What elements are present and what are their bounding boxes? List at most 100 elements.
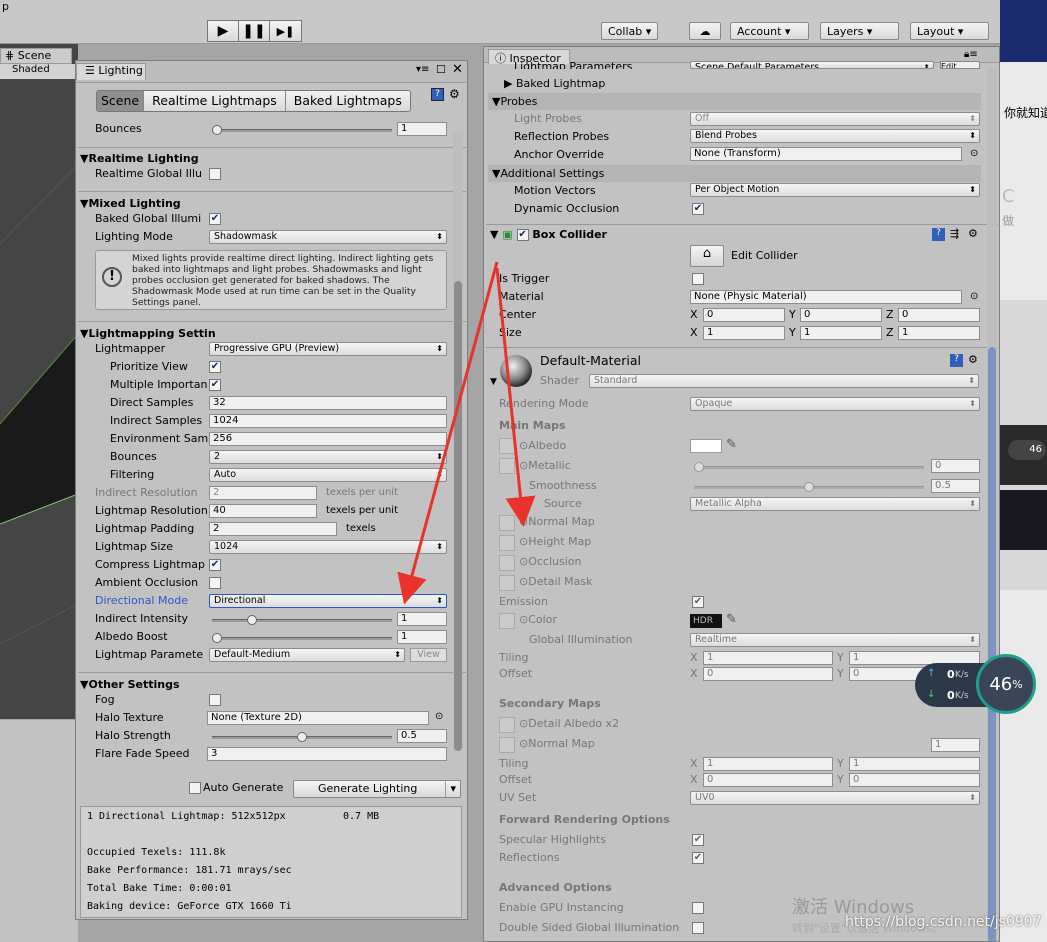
realtime-lighting-header[interactable]: ▼Realtime Lighting bbox=[80, 152, 199, 166]
gear-icon[interactable]: ⚙ bbox=[449, 87, 460, 101]
baked-lightmap-foldout[interactable]: ▶ Baked Lightmap bbox=[504, 76, 605, 92]
anchor-field[interactable]: None (Transform) bbox=[690, 147, 962, 161]
uv-dropdown[interactable]: UV0 bbox=[690, 791, 980, 805]
shaded-dropdown[interactable]: Shaded bbox=[0, 64, 78, 79]
texture-slot[interactable] bbox=[499, 717, 515, 733]
lm-res-field[interactable]: 40 bbox=[209, 504, 317, 518]
tiling2-x-field[interactable]: 1 bbox=[703, 757, 833, 771]
texture-slot[interactable] bbox=[499, 535, 515, 551]
indirect-samples-field[interactable]: 1024 bbox=[209, 414, 447, 428]
realtime-gi-checkbox[interactable] bbox=[209, 168, 221, 180]
texture-slot[interactable] bbox=[499, 515, 515, 531]
normal2-field[interactable]: 1 bbox=[931, 738, 980, 752]
texture-slot[interactable] bbox=[499, 438, 515, 454]
slider-knob[interactable] bbox=[212, 633, 222, 643]
lighting-scrollbar-thumb[interactable] bbox=[454, 281, 462, 751]
slider-knob[interactable] bbox=[694, 462, 704, 472]
metallic-field[interactable]: 0 bbox=[931, 459, 980, 473]
emission-checkbox[interactable]: ✔ bbox=[692, 596, 704, 608]
lm-params-dropdown[interactable]: Scene Default Parameters bbox=[690, 61, 934, 69]
shader-dropdown[interactable]: Standard bbox=[589, 374, 979, 388]
slider-knob[interactable] bbox=[247, 615, 257, 625]
tiling-x-field[interactable]: 1 bbox=[703, 651, 833, 665]
slider-knob[interactable] bbox=[297, 732, 307, 742]
lightmapping-header[interactable]: ▼Lightmapping Settin bbox=[80, 327, 216, 341]
inspector-scrollbar-thumb[interactable] bbox=[988, 347, 996, 941]
slider-knob[interactable] bbox=[804, 482, 814, 492]
gear-icon[interactable]: ⚙ bbox=[968, 353, 978, 366]
tab-realtime-lightmaps[interactable]: Realtime Lightmaps bbox=[143, 91, 285, 111]
tab-lighting[interactable]: ☰ Lighting bbox=[76, 63, 146, 80]
specular-checkbox[interactable]: ✔ bbox=[692, 834, 704, 846]
texture-slot[interactable] bbox=[499, 613, 515, 629]
double-sided-checkbox[interactable] bbox=[692, 922, 704, 934]
texture-slot[interactable] bbox=[499, 458, 515, 474]
gear-icon[interactable]: ⚙ bbox=[968, 227, 978, 240]
step-button[interactable]: ▶❚ bbox=[269, 20, 302, 42]
mixed-lighting-header[interactable]: ▼Mixed Lighting bbox=[80, 197, 181, 211]
other-settings-header[interactable]: ▼Other Settings bbox=[80, 678, 180, 692]
reflection-probes-dropdown[interactable]: Blend Probes bbox=[690, 129, 980, 143]
cloud-icon[interactable]: ☁ bbox=[689, 22, 721, 40]
probes-foldout[interactable]: ▼Probes bbox=[492, 94, 537, 110]
play-button[interactable]: ▶ bbox=[207, 20, 239, 42]
tab-scene-lighting[interactable]: Scene bbox=[97, 91, 144, 111]
motion-dropdown[interactable]: Per Object Motion bbox=[690, 183, 980, 197]
ao-checkbox[interactable] bbox=[209, 577, 221, 589]
lock-icon[interactable]: 🔒︎≡ bbox=[964, 49, 978, 60]
additional-foldout[interactable]: ▼Additional Settings bbox=[492, 166, 604, 182]
baked-gi-checkbox[interactable]: ✔ bbox=[209, 213, 221, 225]
lm-size-dropdown[interactable]: 1024 bbox=[209, 540, 447, 554]
bounces-dropdown[interactable]: 2 bbox=[209, 450, 447, 464]
multiple-checkbox[interactable]: ✔ bbox=[209, 379, 221, 391]
prioritize-checkbox[interactable]: ✔ bbox=[209, 361, 221, 373]
box-collider-header[interactable]: ▼ ▣ ✔ Box Collider bbox=[490, 227, 607, 243]
reflections-checkbox[interactable]: ✔ bbox=[692, 852, 704, 864]
slider-knob[interactable] bbox=[212, 125, 222, 135]
layout-button[interactable]: Layout ▾ bbox=[910, 22, 989, 40]
account-button[interactable]: Account ▾ bbox=[730, 22, 809, 40]
lm-pad-field[interactable]: 2 bbox=[209, 522, 337, 536]
tab-baked-lightmaps[interactable]: Baked Lightmaps bbox=[284, 91, 410, 111]
direct-samples-field[interactable]: 32 bbox=[209, 396, 447, 410]
center-x-field[interactable]: 0 bbox=[703, 308, 785, 322]
edit-button[interactable]: Edit... bbox=[940, 61, 980, 69]
halo-str-field[interactable]: 0.5 bbox=[397, 729, 447, 743]
help-icon[interactable]: ? bbox=[932, 228, 945, 241]
object-picker-icon[interactable]: ⊙ bbox=[970, 148, 978, 159]
generate-lighting-button[interactable]: Generate Lighting ▾ bbox=[293, 780, 461, 798]
metallic-slider[interactable] bbox=[694, 462, 924, 472]
texture-slot[interactable] bbox=[499, 737, 515, 753]
render-mode-dropdown[interactable]: Opaque bbox=[690, 397, 980, 411]
center-y-field[interactable]: 0 bbox=[800, 308, 882, 322]
foldout-icon[interactable]: ▼ bbox=[490, 377, 497, 387]
halo-str-slider[interactable] bbox=[212, 732, 392, 742]
lightmapper-dropdown[interactable]: Progressive GPU (Preview) bbox=[209, 342, 447, 356]
tiling2-y-field[interactable]: 1 bbox=[849, 757, 980, 771]
texture-slot[interactable] bbox=[499, 575, 515, 591]
help-icon[interactable]: ? bbox=[431, 88, 444, 101]
lighting-mode-dropdown[interactable]: Shadowmask bbox=[209, 230, 447, 244]
collab-button[interactable]: Collab ▾ bbox=[601, 22, 659, 40]
pause-button[interactable]: ❚❚ bbox=[238, 20, 270, 42]
ind-int-field[interactable]: 1 bbox=[397, 612, 447, 626]
halo-tex-field[interactable]: None (Texture 2D) bbox=[207, 711, 429, 725]
lm-params-dropdown[interactable]: Default-Medium bbox=[209, 648, 405, 662]
scene-viewport[interactable] bbox=[0, 44, 78, 719]
ind-int-slider[interactable] bbox=[212, 615, 392, 625]
edit-collider-icon[interactable]: ⌂ bbox=[690, 245, 724, 267]
smoothness-slider[interactable] bbox=[694, 482, 924, 492]
dir-mode-dropdown[interactable]: Directional bbox=[209, 594, 447, 608]
eyedropper-icon[interactable]: ✎ bbox=[726, 437, 737, 452]
gpu-checkbox[interactable] bbox=[692, 902, 704, 914]
albedo-boost-slider[interactable] bbox=[212, 633, 392, 643]
probes-header[interactable] bbox=[488, 93, 981, 110]
dyn-occ-checkbox[interactable]: ✔ bbox=[692, 203, 704, 215]
help-icon[interactable]: ? bbox=[950, 354, 963, 367]
center-z-field[interactable]: 0 bbox=[898, 308, 980, 322]
auto-generate-checkbox[interactable] bbox=[189, 782, 201, 794]
size-x-field[interactable]: 1 bbox=[703, 326, 785, 340]
object-picker-icon[interactable]: ⊙ bbox=[435, 711, 443, 722]
source-dropdown[interactable]: Metallic Alpha bbox=[690, 497, 980, 511]
texture-slot[interactable] bbox=[499, 555, 515, 571]
